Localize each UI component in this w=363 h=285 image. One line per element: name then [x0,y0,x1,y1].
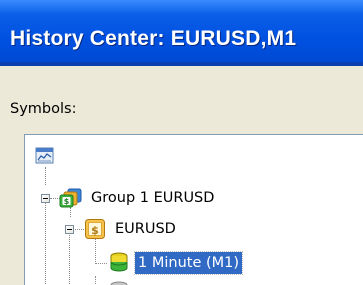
collapse-toggle-group[interactable] [41,194,50,203]
tree-line [95,238,96,264]
history-center-window: History Center: EURUSD,M1 Symbols: $ Gro… [0,0,363,285]
tree-line [45,167,46,185]
tree-node-symbol-label[interactable]: EURUSD [115,218,176,240]
symbols-label: Symbols: [10,101,77,117]
collapse-toggle-symbol[interactable] [65,225,74,234]
svg-text:$: $ [91,224,99,237]
database-icon[interactable] [109,251,129,275]
tree-line [95,263,107,264]
tree-node-timeframe-label[interactable]: 1 Minute (M1) [133,251,244,275]
partial-node-icon [110,281,128,285]
dollar-icon[interactable]: $ [84,218,106,240]
svg-text:$: $ [64,197,70,206]
tree-line [75,229,84,230]
tree-line [69,235,70,285]
tree-node-group-label[interactable]: Group 1 EURUSD [91,187,214,209]
symbols-tree[interactable]: $ Group 1 EURUSD $ EURUSD 1 Minute (M1) [24,134,363,285]
window-title: History Center: EURUSD,M1 [10,27,297,50]
chart-window-icon[interactable] [35,146,55,166]
title-bar-edge [0,62,363,66]
group-dollar-icon[interactable]: $ [59,187,83,209]
tree-line [95,276,96,285]
tree-line [45,203,46,285]
